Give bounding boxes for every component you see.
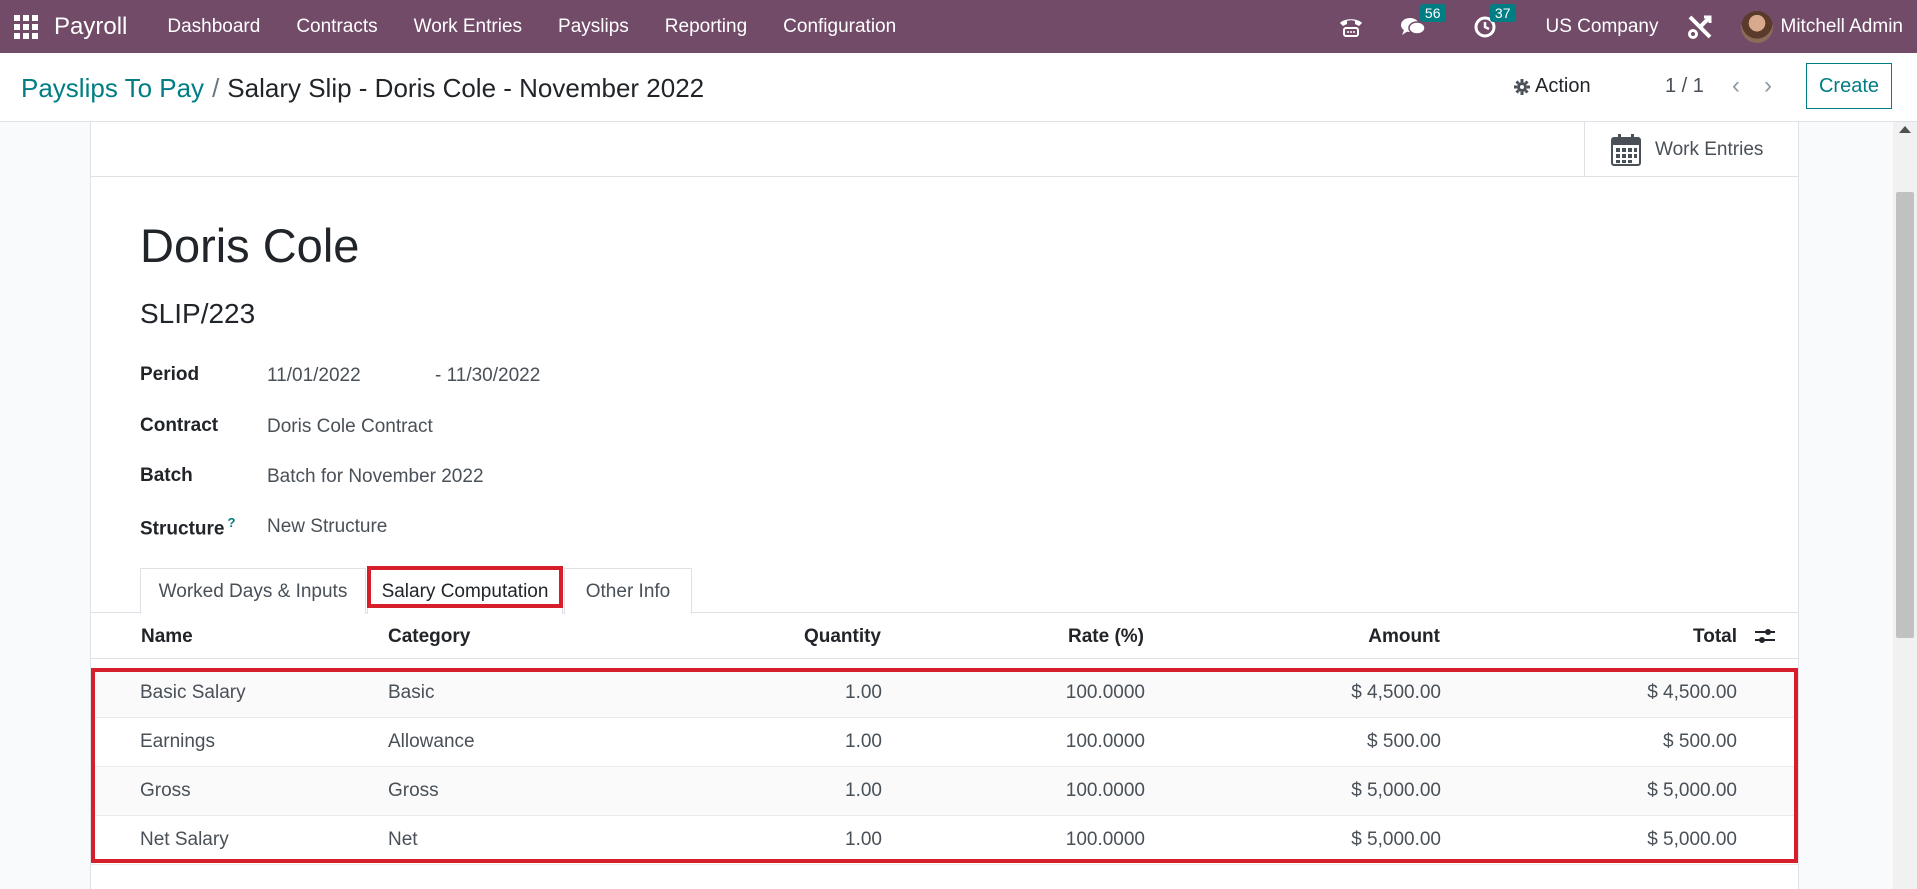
- breadcrumb-separator: /: [212, 73, 220, 103]
- line-quantity: 1.00: [845, 780, 882, 801]
- user-menu[interactable]: Mitchell Admin: [1740, 10, 1904, 43]
- line-quantity: 1.00: [845, 731, 882, 752]
- smart-button-box: Work Entries: [91, 122, 1798, 177]
- scroll-up-arrow-icon[interactable]: [1899, 126, 1911, 133]
- user-name: Mitchell Admin: [1780, 15, 1904, 37]
- line-name: Gross: [140, 780, 191, 801]
- line-total: $ 4,500.00: [1647, 682, 1737, 703]
- column-category[interactable]: Category: [388, 626, 470, 648]
- action-button[interactable]: Action: [1514, 75, 1591, 98]
- column-name[interactable]: Name: [141, 626, 193, 648]
- table-row[interactable]: Net Salary Net 1.00 100.0000 $ 5,000.00 …: [91, 816, 1798, 865]
- table-row[interactable]: Earnings Allowance 1.00 100.0000 $ 500.0…: [91, 718, 1798, 767]
- structure-field[interactable]: New Structure: [267, 516, 387, 538]
- main-menu: Dashboard Contracts Work Entries Payslip…: [149, 0, 914, 53]
- line-category: Gross: [388, 780, 439, 801]
- batch-label: Batch: [140, 465, 193, 486]
- action-label: Action: [1535, 75, 1591, 97]
- work-entries-smart-button[interactable]: Work Entries: [1584, 122, 1798, 177]
- column-amount[interactable]: Amount: [1241, 626, 1440, 648]
- period-to-field[interactable]: - 11/30/2022: [435, 365, 540, 387]
- period-from-field[interactable]: 11/01/2022: [267, 365, 361, 387]
- line-amount: $ 5,000.00: [1351, 780, 1441, 801]
- debug-tools-icon[interactable]: [1687, 14, 1713, 40]
- page-scrollbar[interactable]: [1893, 122, 1917, 889]
- line-total: $ 5,000.00: [1647, 829, 1737, 850]
- line-rate: 100.0000: [1065, 731, 1145, 752]
- breadcrumb: Payslips To Pay / Salary Slip - Doris Cole…: [21, 73, 704, 104]
- employee-name[interactable]: Doris Cole: [140, 218, 359, 273]
- line-category: Net: [388, 829, 418, 850]
- structure-label: Structure?: [140, 515, 235, 540]
- batch-field[interactable]: Batch for November 2022: [267, 466, 484, 488]
- form-sheet: Work Entries Doris Cole SLIP/223 Period …: [90, 122, 1799, 889]
- line-name: Net Salary: [140, 829, 229, 850]
- line-rate: 100.0000: [1065, 829, 1145, 850]
- menu-reporting[interactable]: Reporting: [647, 0, 765, 53]
- phone-icon[interactable]: [1338, 16, 1364, 38]
- tab-other-info[interactable]: Other Info: [564, 568, 692, 614]
- avatar: [1740, 10, 1773, 43]
- pager-arrows: ‹ ›: [1720, 72, 1784, 100]
- slip-number[interactable]: SLIP/223: [140, 298, 255, 330]
- activities-icon[interactable]: 37: [1474, 3, 1516, 38]
- menu-dashboard[interactable]: Dashboard: [149, 0, 278, 53]
- line-total: $ 5,000.00: [1647, 780, 1737, 801]
- apps-grid-icon[interactable]: [14, 14, 38, 39]
- breadcrumb-current: Salary Slip - Doris Cole - November 2022: [227, 73, 705, 103]
- top-navbar: Payroll Dashboard Contracts Work Entries…: [0, 0, 1917, 53]
- line-amount: $ 4,500.00: [1351, 682, 1441, 703]
- breadcrumb-payslips-to-pay[interactable]: Payslips To Pay: [21, 73, 204, 103]
- column-quantity[interactable]: Quantity: [691, 626, 881, 648]
- line-name: Basic Salary: [140, 682, 246, 703]
- structure-label-text: Structure: [140, 518, 225, 540]
- column-rate[interactable]: Rate (%): [951, 626, 1144, 648]
- salary-lines-header: Name Category Quantity Rate (%) Amount T…: [91, 613, 1798, 659]
- line-category: Allowance: [388, 731, 475, 752]
- app-brand[interactable]: Payroll: [54, 13, 127, 41]
- table-row[interactable]: Gross Gross 1.00 100.0000 $ 5,000.00 $ 5…: [91, 767, 1798, 816]
- menu-contracts[interactable]: Contracts: [278, 0, 395, 53]
- line-total: $ 500.00: [1663, 731, 1737, 752]
- pager-next-icon[interactable]: ›: [1752, 72, 1784, 100]
- line-quantity: 1.00: [845, 682, 882, 703]
- work-entries-label: Work Entries: [1655, 138, 1764, 160]
- menu-payslips[interactable]: Payslips: [540, 0, 647, 53]
- company-switcher[interactable]: US Company: [1546, 16, 1659, 38]
- gear-icon: [1514, 78, 1530, 95]
- optional-columns-icon[interactable]: [1754, 627, 1776, 645]
- contract-field[interactable]: Doris Cole Contract: [267, 416, 433, 438]
- systray: 56 37 US Company Mitchell Admin: [1324, 0, 1917, 53]
- line-amount: $ 5,000.00: [1351, 829, 1441, 850]
- messages-icon[interactable]: 56: [1400, 3, 1446, 38]
- control-panel: Payslips To Pay / Salary Slip - Doris Cole…: [0, 53, 1917, 122]
- line-quantity: 1.00: [845, 829, 882, 850]
- scroll-thumb[interactable]: [1896, 192, 1914, 638]
- contract-label: Contract: [140, 415, 219, 436]
- menu-work-entries[interactable]: Work Entries: [396, 0, 540, 53]
- line-rate: 100.0000: [1065, 682, 1145, 703]
- line-category: Basic: [388, 682, 435, 703]
- messages-count-badge: 56: [1419, 3, 1446, 22]
- pager-previous-icon[interactable]: ‹: [1720, 72, 1752, 100]
- create-button[interactable]: Create: [1806, 63, 1892, 109]
- column-total[interactable]: Total: [1541, 626, 1737, 648]
- structure-help-tooltip[interactable]: ?: [227, 515, 235, 530]
- period-label: Period: [140, 364, 200, 385]
- tab-worked-days-inputs[interactable]: Worked Days & Inputs: [140, 568, 366, 614]
- line-amount: $ 500.00: [1367, 731, 1441, 752]
- notebook-tabs: Worked Days & Inputs Salary Computation …: [91, 564, 1798, 614]
- line-rate: 100.0000: [1065, 780, 1145, 801]
- line-name: Earnings: [140, 731, 215, 752]
- menu-configuration[interactable]: Configuration: [765, 0, 914, 53]
- pager-value[interactable]: 1 / 1: [1665, 75, 1704, 98]
- tab-salary-computation[interactable]: Salary Computation: [367, 568, 563, 614]
- table-row[interactable]: Basic Salary Basic 1.00 100.0000 $ 4,500…: [91, 669, 1798, 718]
- calendar-icon: [1611, 133, 1641, 166]
- activities-count-badge: 37: [1489, 3, 1516, 22]
